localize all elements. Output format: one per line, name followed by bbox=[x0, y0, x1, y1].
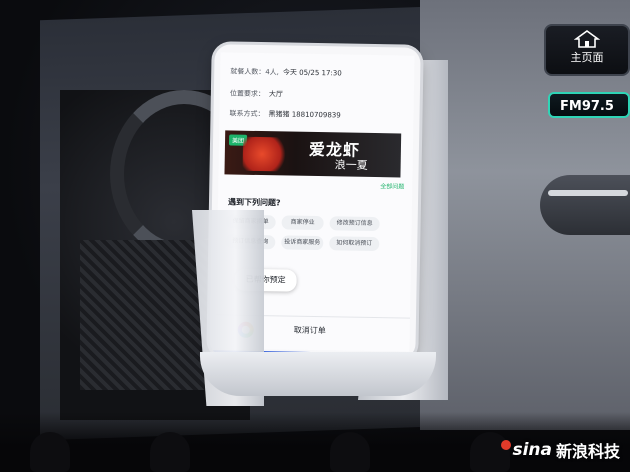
speaker-grille bbox=[80, 240, 210, 390]
promo-banner[interactable]: 美团 爱龙虾 浪一夏 bbox=[224, 130, 402, 178]
presentation-photo: 主页面 FM97.5 就餐人数：4人, 今天 05/25 17:30 位置要求：大… bbox=[0, 0, 630, 472]
cancel-order-button[interactable]: 取消订单 bbox=[294, 325, 326, 337]
booking-contact-value: 黑猪猪 18810709839 bbox=[268, 110, 341, 120]
chip-merchant-closed[interactable]: 商家停业 bbox=[281, 215, 324, 231]
car-home-label: 主页面 bbox=[570, 51, 604, 64]
home-icon bbox=[574, 30, 600, 48]
air-vent-trim bbox=[548, 190, 628, 196]
watermark-text: 新浪科技 bbox=[555, 442, 620, 461]
question-title: 遇到下列问题? bbox=[227, 197, 281, 208]
chip-how-to-cancel[interactable]: 如何取消预订 bbox=[329, 236, 380, 252]
chip-complain-merchant[interactable]: 投诉商家服务 bbox=[281, 235, 324, 251]
booking-time-value: 今天 05/25 17:30 bbox=[282, 68, 342, 78]
audience-head bbox=[30, 432, 70, 472]
all-questions-link[interactable]: 全部问题 bbox=[380, 181, 404, 190]
booking-diners-label: 就餐人数：4人, bbox=[230, 67, 280, 77]
sina-logo-text: sina bbox=[512, 440, 552, 460]
booking-diners-row: 就餐人数：4人, 今天 05/25 17:30 bbox=[230, 67, 342, 79]
sina-logo: sina bbox=[501, 440, 552, 460]
crayfish-image bbox=[242, 136, 292, 172]
booking-contact-label: 联系方式： bbox=[229, 109, 265, 119]
audience-head bbox=[330, 432, 370, 472]
booking-location-value: 大厅 bbox=[268, 90, 283, 99]
car-home-button[interactable]: 主页面 bbox=[544, 24, 630, 76]
chip-modify-booking[interactable]: 修改预订信息 bbox=[329, 216, 380, 232]
audience-head bbox=[150, 432, 190, 472]
sina-tech-watermark: sina 新浪科技 bbox=[501, 438, 620, 462]
booking-location-row: 位置要求： 大厅 bbox=[230, 88, 283, 99]
radio-button[interactable]: FM97.5 bbox=[548, 92, 630, 118]
phone-mount-base bbox=[200, 352, 436, 396]
sina-eye-icon bbox=[501, 440, 512, 450]
air-vent bbox=[540, 175, 630, 235]
booking-contact-row: 联系方式： 黑猪猪 18810709839 bbox=[229, 108, 340, 120]
banner-subtitle: 浪一夏 bbox=[334, 158, 368, 172]
booking-location-label: 位置要求： bbox=[229, 89, 265, 99]
